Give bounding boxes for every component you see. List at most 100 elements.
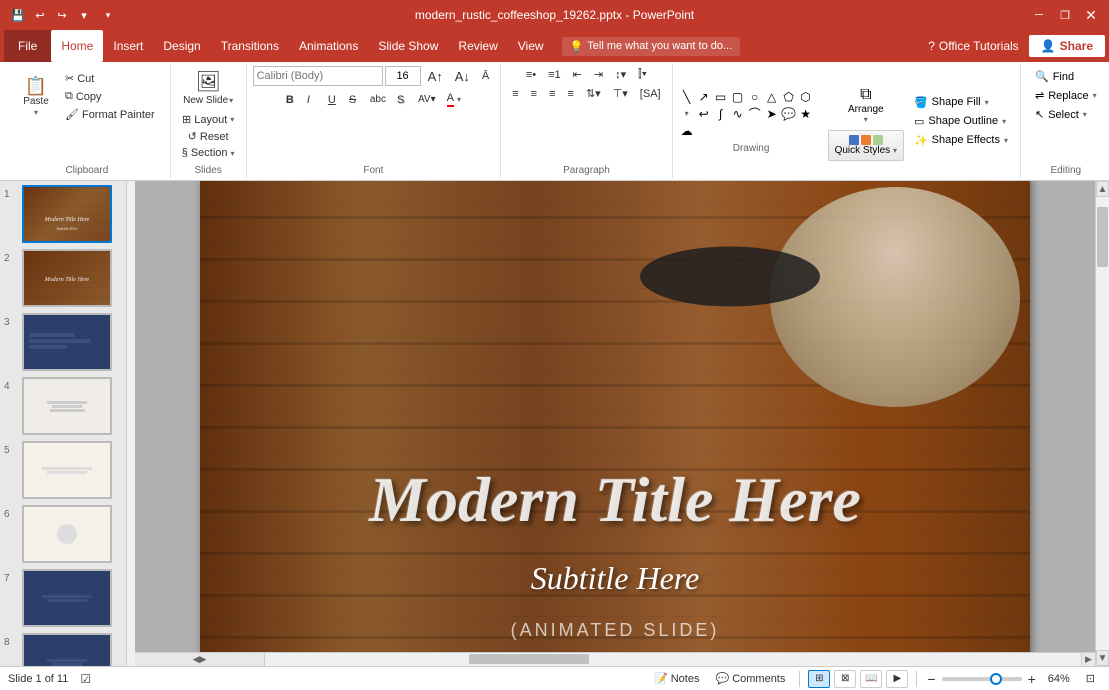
- underline-button[interactable]: U: [323, 92, 343, 108]
- hexagon-shape[interactable]: ⬡: [798, 89, 814, 105]
- zoom-level-button[interactable]: 64%: [1042, 671, 1076, 687]
- character-spacing-button[interactable]: AV▾: [413, 92, 441, 107]
- text-direction-button[interactable]: ⇅▾: [581, 85, 606, 102]
- quick-styles-button[interactable]: Quick Styles ▾: [828, 130, 904, 161]
- comments-button[interactable]: 💬 Comments: [709, 670, 791, 687]
- share-button[interactable]: 👤 Share: [1029, 35, 1105, 57]
- menu-home[interactable]: Home: [51, 30, 103, 62]
- slide-thumb-5[interactable]: 5: [4, 441, 122, 499]
- slide-thumb-4[interactable]: 4: [4, 377, 122, 435]
- menu-view[interactable]: View: [508, 30, 554, 62]
- connector-shape[interactable]: ⌒: [747, 106, 763, 122]
- h-scroll-track[interactable]: [265, 653, 1081, 666]
- font-color-button[interactable]: A ▾: [442, 90, 466, 109]
- reading-view-button[interactable]: 📖: [860, 670, 882, 688]
- align-center-button[interactable]: ≡: [526, 86, 542, 102]
- smartart-button[interactable]: [SA]: [635, 86, 666, 102]
- slide-thumb-1[interactable]: 1 Modern Title Here Subtitle Here: [4, 185, 122, 243]
- decrease-font-button[interactable]: A↓: [450, 67, 475, 86]
- zoom-slider[interactable]: [942, 677, 1022, 681]
- slide-thumb-6[interactable]: 6: [4, 505, 122, 563]
- justify-button[interactable]: ≡: [563, 86, 579, 102]
- align-right-button[interactable]: ≡: [544, 86, 560, 102]
- zoom-in-button[interactable]: +: [1026, 671, 1038, 687]
- paste-button[interactable]: 📋 Paste ▾: [14, 74, 58, 120]
- menu-transitions[interactable]: Transitions: [211, 30, 289, 62]
- smallcaps-button[interactable]: abc: [365, 92, 391, 107]
- numbered-list-button[interactable]: ≡1: [543, 67, 566, 83]
- column-button[interactable]: ⫿▾: [633, 66, 652, 83]
- zoom-thumb[interactable]: [990, 673, 1002, 685]
- slide-canvas[interactable]: Modern Title Here Subtitle Here (ANIMATE…: [200, 181, 1030, 652]
- slide-panel-scroll-left[interactable]: ◀ ▶: [135, 653, 265, 666]
- pentagon-shape[interactable]: ⬠: [781, 89, 797, 105]
- replace-button[interactable]: ⇌ Replace ▾: [1029, 87, 1103, 104]
- v-scroll-thumb[interactable]: [1097, 207, 1108, 267]
- clear-formatting-button[interactable]: Ā: [477, 68, 494, 84]
- triangle-shape[interactable]: △: [764, 89, 780, 105]
- decrease-indent-button[interactable]: ⇤: [568, 66, 587, 83]
- select-button[interactable]: ↖ Select ▾: [1029, 106, 1103, 123]
- h-scroll-right-button[interactable]: ▶: [1081, 653, 1095, 666]
- freeform-shape[interactable]: ∿: [730, 106, 746, 122]
- italic-button[interactable]: I: [302, 92, 322, 108]
- arrow-shape[interactable]: ↗: [696, 89, 712, 105]
- reset-button[interactable]: ↺ Reset: [183, 128, 234, 145]
- h-scroll-thumb[interactable]: [469, 654, 589, 664]
- layout-button[interactable]: ⊞ Layout ▾: [177, 111, 239, 128]
- v-scroll-up-button[interactable]: ▲: [1096, 181, 1109, 197]
- callout-shape[interactable]: 💬: [781, 106, 797, 122]
- shadow-button[interactable]: S: [392, 92, 412, 108]
- menu-slideshow[interactable]: Slide Show: [368, 30, 448, 62]
- menu-file[interactable]: File: [4, 30, 51, 62]
- restore-button[interactable]: ❐: [1055, 5, 1075, 25]
- block-arrow[interactable]: ➤: [764, 106, 780, 122]
- line-shape[interactable]: ╲: [679, 89, 695, 105]
- oval-shape[interactable]: ○: [747, 89, 763, 105]
- undo-button[interactable]: ↩: [30, 5, 50, 25]
- bold-button[interactable]: B: [281, 92, 301, 108]
- round-rect-shape[interactable]: ▢: [730, 89, 746, 105]
- v-scroll-down-button[interactable]: ▼: [1096, 650, 1109, 666]
- slide-preview-4[interactable]: [22, 377, 112, 435]
- slide-thumb-7[interactable]: 7: [4, 569, 122, 627]
- slide-preview-5[interactable]: [22, 441, 112, 499]
- format-painter-button[interactable]: 🖌 Format Painter: [60, 106, 160, 123]
- increase-font-button[interactable]: A↑: [423, 67, 448, 86]
- shape-outline-button[interactable]: ▭ Shape Outline ▾: [908, 113, 1014, 130]
- menu-design[interactable]: Design: [153, 30, 210, 62]
- menu-review[interactable]: Review: [448, 30, 507, 62]
- bullet-list-button[interactable]: ≡•: [521, 67, 541, 83]
- curve-shape[interactable]: ∫: [713, 106, 729, 122]
- normal-view-button[interactable]: ⊞: [808, 670, 830, 688]
- copy-button[interactable]: ⧉ Copy: [60, 88, 160, 105]
- slide-preview-7[interactable]: [22, 569, 112, 627]
- customize-qat-button[interactable]: ▾: [74, 5, 94, 25]
- font-size-input[interactable]: [385, 66, 421, 86]
- star-shape[interactable]: ★: [798, 106, 814, 122]
- save-button[interactable]: 💾: [8, 5, 28, 25]
- slide-preview-8[interactable]: [22, 633, 112, 666]
- find-button[interactable]: 🔍 Find: [1029, 68, 1103, 85]
- fit-slide-button[interactable]: ⊡: [1080, 670, 1101, 687]
- cut-button[interactable]: ✂ Cut: [60, 70, 160, 87]
- notes-button[interactable]: 📝 Notes: [648, 670, 705, 687]
- shape-fill-button[interactable]: 🪣 Shape Fill ▾: [908, 94, 1014, 111]
- menu-insert[interactable]: Insert: [103, 30, 153, 62]
- increase-indent-button[interactable]: ⇥: [589, 66, 608, 83]
- zoom-out-button[interactable]: −: [925, 671, 937, 687]
- bend-arrow[interactable]: ↩: [696, 106, 712, 122]
- cloud-shape[interactable]: ☁: [679, 123, 695, 139]
- shapes-more[interactable]: ▾: [679, 106, 695, 122]
- slide-thumb-3[interactable]: 3: [4, 313, 122, 371]
- minimize-button[interactable]: ─: [1029, 5, 1049, 25]
- align-left-button[interactable]: ≡: [507, 86, 523, 102]
- v-scroll-track[interactable]: [1096, 197, 1109, 650]
- shape-effects-button[interactable]: ✨ Shape Effects ▾: [908, 132, 1014, 149]
- slide-thumb-2[interactable]: 2 Modern Title Here: [4, 249, 122, 307]
- slide-thumb-8[interactable]: 8: [4, 633, 122, 666]
- close-button[interactable]: ✕: [1081, 5, 1101, 25]
- slide-preview-1[interactable]: Modern Title Here Subtitle Here: [22, 185, 112, 243]
- redo-button[interactable]: ↪: [52, 5, 72, 25]
- new-slide-button[interactable]: 🖼 New Slide ▾: [178, 66, 238, 109]
